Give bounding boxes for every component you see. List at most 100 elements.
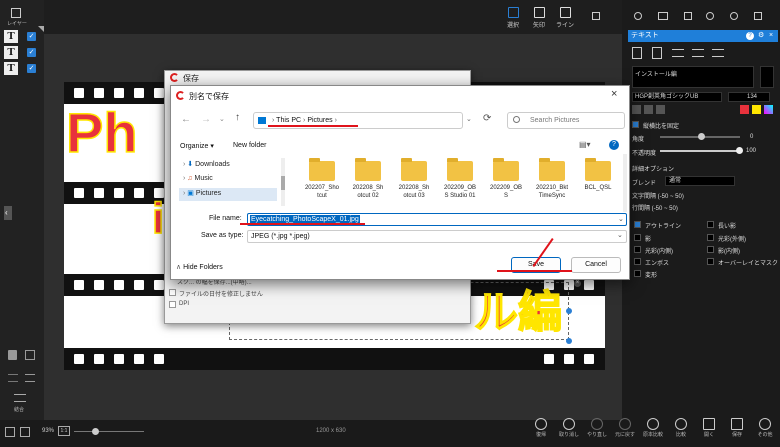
new-folder-button[interactable]: New folder	[233, 142, 266, 149]
panel-close-icon[interactable]: ×	[769, 30, 773, 42]
selection-handle-icon[interactable]	[566, 308, 572, 314]
organize-button[interactable]: Organize ▾	[180, 142, 214, 150]
star-shape-icon[interactable]	[658, 12, 668, 20]
crop-icon[interactable]	[5, 427, 15, 437]
dialog-close-icon[interactable]: ×	[611, 88, 617, 100]
emboss-checkbox[interactable]	[634, 258, 641, 265]
more-button[interactable]: その他	[754, 418, 776, 438]
inner-shadow-checkbox[interactable]	[707, 246, 714, 253]
delete-text-icon[interactable]	[632, 47, 642, 59]
forward-arrow-icon[interactable]: →	[201, 114, 211, 125]
selection-handle-corner-icon[interactable]	[566, 338, 572, 344]
angle-slider[interactable]	[660, 133, 740, 140]
layers-icon[interactable]	[11, 8, 21, 18]
align-right-icon[interactable]	[712, 49, 724, 57]
text-content-input[interactable]: インストール編	[632, 66, 754, 88]
nav-downloads[interactable]: › ⬇ Downloads	[183, 160, 230, 168]
address-dropdown-icon[interactable]: ⌄	[466, 115, 472, 123]
folder-item-6[interactable]: 202210_Bkt TimeSync	[533, 158, 571, 200]
rect-shape-icon[interactable]	[592, 12, 600, 20]
zoom-slider[interactable]	[74, 428, 144, 435]
dialog-help-icon[interactable]: ?	[609, 140, 619, 150]
keep-date-checkbox[interactable]	[169, 289, 176, 296]
inner-glow-checkbox[interactable]	[634, 246, 641, 253]
angle-slider-thumb[interactable]	[698, 133, 705, 140]
files-scrollbar[interactable]	[623, 154, 627, 212]
outer-glow-checkbox[interactable]	[707, 234, 714, 241]
cancel-button[interactable]: Cancel	[571, 257, 621, 273]
align-icon[interactable]	[8, 374, 18, 382]
copy-text-icon[interactable]	[652, 47, 662, 59]
nav-scrollbar[interactable]	[281, 158, 285, 206]
zoom-value[interactable]: 93%	[42, 428, 54, 434]
square-shape-icon[interactable]	[684, 12, 692, 20]
search-input[interactable]: Search Pictures	[507, 112, 625, 129]
back-arrow-icon[interactable]: ←	[181, 114, 191, 125]
text-layer-3[interactable]: T	[4, 62, 18, 75]
breadcrumb-pictures[interactable]: Pictures	[307, 117, 332, 124]
open-button[interactable]: 開く	[698, 418, 720, 438]
font-select[interactable]: HGP創英角ゴシックUB	[632, 92, 722, 102]
duplicate-icon[interactable]	[25, 350, 35, 360]
overlay-mask-checkbox[interactable]	[707, 258, 714, 265]
detail-options-label[interactable]: 詳細オプション	[632, 164, 674, 173]
italic-button[interactable]	[644, 105, 653, 114]
bold-button[interactable]	[632, 105, 641, 114]
text-color-swatch[interactable]	[740, 105, 749, 114]
save-toolbar-button[interactable]: 保存	[726, 418, 748, 438]
folder-item-4[interactable]: 202209_OB S Studio 01	[441, 158, 479, 200]
text-layer-1[interactable]: T	[4, 30, 18, 43]
compare-button[interactable]: 比較	[670, 418, 692, 438]
nav-pictures[interactable]: › ▣ Pictures	[179, 188, 277, 201]
save-type-dropdown-icon[interactable]: ⌄	[617, 231, 623, 239]
view-options-icon[interactable]: ▤▾	[579, 140, 591, 149]
revert-button[interactable]: 復帰	[530, 418, 552, 438]
zoom-slider-thumb[interactable]	[92, 428, 99, 435]
folder-item-7[interactable]: BCL_QSL	[579, 158, 617, 192]
shadow-checkbox[interactable]	[634, 234, 641, 241]
text-scroll[interactable]	[760, 66, 774, 88]
font-size-input[interactable]: 134	[728, 92, 770, 102]
circle-fill-icon[interactable]	[730, 12, 738, 20]
outline-checkbox[interactable]	[634, 221, 641, 228]
circle-shape-icon[interactable]	[634, 12, 642, 20]
grid-icon[interactable]	[20, 427, 30, 437]
compare-original-button[interactable]: 原本比較	[642, 418, 664, 438]
breadcrumb-this-pc[interactable]: This PC	[276, 117, 301, 124]
help-icon[interactable]: ?	[746, 32, 754, 40]
long-shadow-checkbox[interactable]	[707, 221, 714, 228]
nav-music[interactable]: › ♫ Music	[183, 175, 213, 182]
merge-icon[interactable]	[14, 394, 26, 402]
circle-outline-icon[interactable]	[706, 12, 714, 20]
line-tool[interactable]: ライン	[554, 6, 576, 29]
list-icon[interactable]	[25, 374, 35, 382]
folder-item-5[interactable]: 202209_OB S	[487, 158, 525, 200]
save-type-select[interactable]: JPEG (*.jpg *.jpeg)	[247, 230, 627, 243]
gradient-color-swatch[interactable]	[764, 105, 773, 114]
recent-chevron-icon[interactable]: ⌄	[219, 115, 225, 123]
settings-icon[interactable]: ⚙	[758, 30, 764, 42]
layer-2-visibility-checkbox[interactable]: ✓	[27, 48, 36, 57]
layer-1-visibility-checkbox[interactable]: ✓	[27, 32, 36, 41]
folder-item-3[interactable]: 202208_Sh otcut 03	[395, 158, 433, 200]
restore-button[interactable]: 元に戻す	[614, 418, 636, 438]
up-arrow-icon[interactable]: ↑	[235, 112, 240, 123]
transform-checkbox[interactable]	[634, 270, 641, 277]
layer-3-visibility-checkbox[interactable]: ✓	[27, 64, 36, 73]
dpi-checkbox[interactable]	[169, 301, 176, 308]
underline-button[interactable]	[656, 105, 665, 114]
arrow-tool[interactable]: 矢印	[528, 6, 550, 29]
refresh-icon[interactable]: ⟳	[483, 113, 491, 124]
undo-button[interactable]: 取り消し	[558, 418, 580, 438]
folder-item-2[interactable]: 202208_Sh otcut 02	[349, 158, 387, 200]
actual-size-button[interactable]: 1:1	[58, 426, 70, 436]
opacity-slider[interactable]	[660, 147, 743, 154]
text-layer-2[interactable]: T	[4, 46, 18, 59]
stroke-color-swatch[interactable]	[752, 105, 761, 114]
trash-icon[interactable]	[8, 350, 17, 360]
selection-close-icon[interactable]: ×	[574, 280, 581, 287]
align-left-icon[interactable]	[672, 49, 684, 57]
square-outline-icon[interactable]	[754, 12, 762, 20]
hide-folders-toggle[interactable]: ∧ Hide Folders	[176, 263, 223, 271]
aspect-lock-checkbox[interactable]	[632, 121, 639, 128]
